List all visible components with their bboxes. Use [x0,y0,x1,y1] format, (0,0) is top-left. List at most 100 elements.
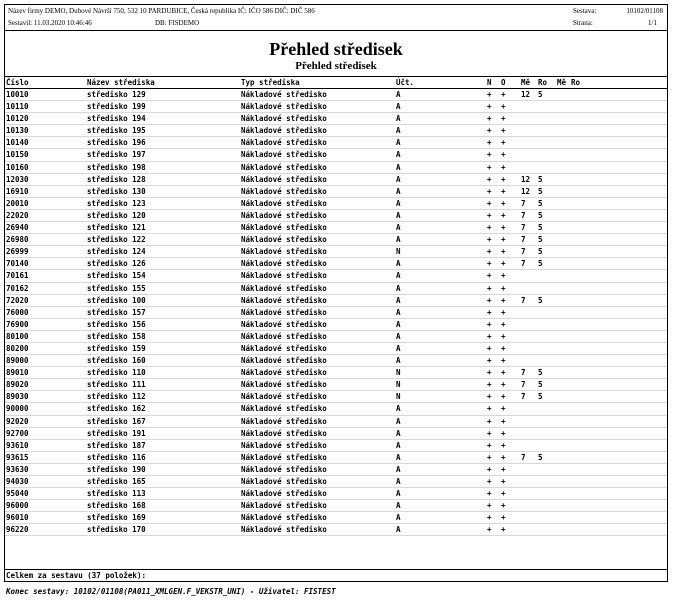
table-row: 92700 středisko 191 Nákladové středisko A + + [5,428,667,440]
row-name: středisko 160 [87,356,146,366]
table-row: 70161 středisko 154 Nákladové středisko A + + [5,270,667,283]
row-code: 90000 [6,404,29,414]
table-row: 94030 středisko 165 Nákladové středisko A + + [5,476,667,489]
row-code: 10150 [6,150,29,160]
table-row: 76000 středisko 157 Nákladové středisko A + + [5,307,667,319]
table-row: 95040 středisko 113 Nákladové středisko A + + [5,488,667,501]
row-n-flag: + [487,319,492,329]
row-ucet: A [396,331,401,341]
row-code: 76900 [6,319,29,329]
row-ucet: A [396,150,401,160]
row-o-flag: + [501,114,506,124]
row-me: 7 [521,452,526,462]
row-ucet: A [396,162,401,172]
row-type: Nákladové středisko [241,428,327,438]
row-me: 7 [521,235,526,245]
page-value: 1/1 [648,19,657,27]
table-row: 10160 středisko 198 Nákladové středisko A + + [5,162,667,174]
row-n-flag: + [487,440,492,450]
row-ucet: A [396,307,401,317]
report-footer: Konec sestavy: 10102/01108(PA011_XMLGEN.… [6,587,336,596]
row-ucet: A [396,525,401,535]
row-code: 70140 [6,259,29,269]
row-ucet: A [396,210,401,220]
table-row: 93615 středisko 116 Nákladové středisko A + +… [5,452,667,464]
row-code: 10110 [6,102,29,112]
row-type: Nákladové středisko [241,477,327,486]
table-body: 10010 středisko 129 Nákladové středisko A + +… [5,89,667,537]
row-me: 7 [521,295,526,305]
row-type: Nákladové středisko [241,138,327,148]
col-name: Název střediska [87,78,155,87]
table-row: 72020 středisko 100 Nákladové středisko A + +… [5,295,667,307]
row-o-flag: + [501,283,506,293]
row-n-flag: + [487,428,492,438]
row-me: 12 [521,90,531,99]
row-o-flag: + [501,380,506,390]
row-n-flag: + [487,162,492,172]
row-name: středisko 187 [87,440,146,450]
row-code: 96010 [6,513,29,523]
table-row: 10110 středisko 199 Nákladové středisko A + + [5,101,667,114]
row-ro: 5 [538,186,543,196]
row-n-flag: + [487,307,492,317]
row-me: 7 [521,392,526,402]
row-n-flag: + [487,247,492,257]
row-o-flag: + [501,501,506,511]
row-ucet: A [396,404,401,414]
report-id-value: 10102/01108 [626,7,663,15]
row-ucet: A [396,283,401,293]
row-code: 16910 [6,186,29,196]
page-label: Strana: [573,19,593,27]
row-ucet: A [396,501,401,511]
row-name: středisko 129 [87,90,146,99]
compiled-timestamp: Sestavil: 11.03.2020 10:46:46 [8,19,92,27]
row-o-flag: + [501,307,506,317]
row-ucet: N [396,392,401,402]
table-row: 10130 středisko 195 Nákladové středisko A + + [5,125,667,138]
row-o-flag: + [501,331,506,341]
table-row: 96000 středisko 168 Nákladové středisko A + + [5,500,667,513]
row-type: Nákladové středisko [241,404,327,414]
row-o-flag: + [501,416,506,426]
row-type: Nákladové středisko [241,319,327,329]
row-o-flag: + [501,90,506,99]
row-type: Nákladové středisko [241,271,327,281]
row-code: 70162 [6,283,29,293]
row-o-flag: + [501,428,506,438]
row-n-flag: + [487,174,492,184]
row-name: středisko 122 [87,235,146,245]
row-code: 96220 [6,525,29,535]
row-type: Nákladové středisko [241,464,327,474]
row-code: 76000 [6,307,29,317]
row-ro: 5 [538,235,543,245]
row-o-flag: + [501,259,506,269]
row-ro: 5 [538,380,543,390]
report-subtitle: Přehled středisek [295,60,377,72]
row-n-flag: + [487,198,492,208]
row-type: Nákladové středisko [241,368,327,378]
row-n-flag: + [487,343,492,353]
row-o-flag: + [501,368,506,378]
row-ucet: A [396,464,401,474]
row-n-flag: + [487,477,492,486]
row-ucet: A [396,186,401,196]
total-row: Celkem za sestavu (37 položek): [5,569,667,582]
row-type: Nákladové středisko [241,114,327,124]
row-ro: 5 [538,392,543,402]
row-n-flag: + [487,368,492,378]
row-type: Nákladové středisko [241,440,327,450]
row-type: Nákladové středisko [241,210,327,220]
row-name: středisko 116 [87,452,146,462]
report-id-label: Sestava: [573,7,597,15]
row-ucet: A [396,138,401,148]
row-name: středisko 196 [87,138,146,148]
row-name: středisko 123 [87,198,146,208]
row-type: Nákladové středisko [241,356,327,366]
row-type: Nákladové středisko [241,186,327,196]
col-type: Typ střediska [241,78,300,87]
table-row: 89030 středisko 112 Nákladové středisko N + +… [5,391,667,404]
row-n-flag: + [487,392,492,402]
row-ucet: A [396,126,401,136]
row-ucet: A [396,295,401,305]
